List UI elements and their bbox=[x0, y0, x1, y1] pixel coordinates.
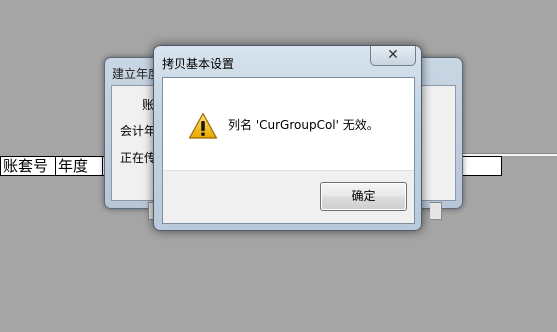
error-message: 列名 'CurGroupCol' 无效。 bbox=[228, 118, 379, 132]
dialog-body: 列名 'CurGroupCol' 无效。 确定 bbox=[162, 77, 415, 224]
label-fiscal-year: 会计年 bbox=[120, 124, 157, 138]
column-account-set-no: 账套号 bbox=[1, 157, 56, 175]
background-button-right[interactable] bbox=[430, 202, 442, 220]
close-icon: ✕ bbox=[387, 47, 399, 63]
dialog-title: 拷贝基本设置 bbox=[162, 57, 235, 71]
close-button[interactable]: ✕ bbox=[370, 46, 416, 66]
label-status: 正在传 bbox=[120, 151, 157, 165]
column-year: 年度 bbox=[56, 157, 103, 175]
copy-settings-dialog: 拷贝基本设置 ✕ 列名 'CurGroupCol' 无效。 确定 bbox=[153, 45, 422, 231]
warning-icon bbox=[188, 112, 218, 139]
ok-button[interactable]: 确定 bbox=[320, 182, 407, 211]
